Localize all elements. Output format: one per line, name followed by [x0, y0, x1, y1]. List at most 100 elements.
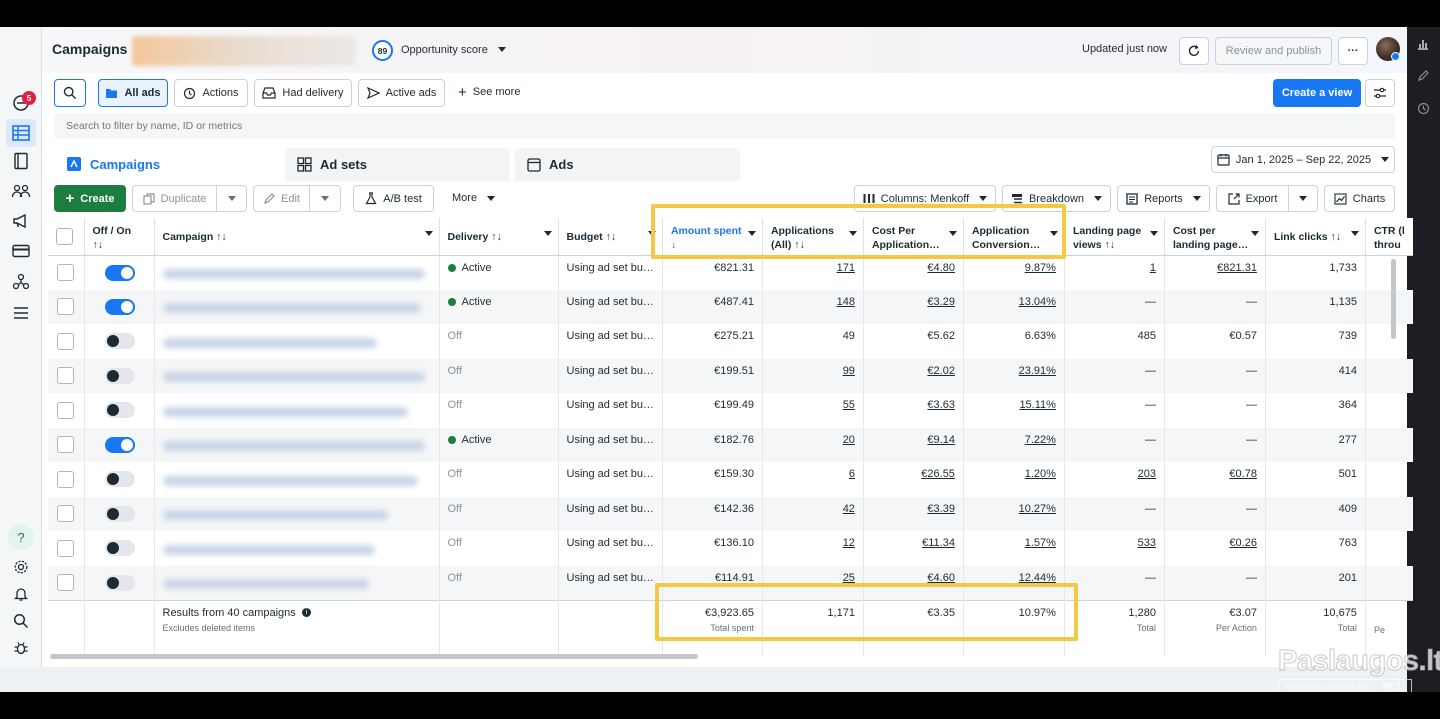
- row-select-cell[interactable]: [48, 289, 85, 324]
- landing-page-views-cell[interactable]: 485: [1064, 324, 1165, 359]
- on-off-cell[interactable]: [84, 358, 155, 393]
- landing-page-views-cell[interactable]: 533: [1064, 531, 1165, 566]
- cost-per-application-cell[interactable]: €4.80: [863, 255, 964, 290]
- campaign-name-blurred[interactable]: [162, 269, 425, 279]
- table-row[interactable]: Active Using ad set bu… €821.31 171 €4.80 9.8…: [48, 255, 1413, 290]
- applications-cell[interactable]: 171: [762, 255, 864, 290]
- horizontal-scrollbar[interactable]: [50, 654, 698, 659]
- campaign-name-cell[interactable]: [154, 358, 440, 393]
- on-off-toggle[interactable]: [104, 298, 135, 315]
- billing-card-icon[interactable]: [11, 241, 31, 261]
- on-off-cell[interactable]: [84, 565, 155, 600]
- landing-page-views-cell[interactable]: 203: [1064, 462, 1165, 497]
- landing-page-views-cell[interactable]: —: [1064, 393, 1165, 428]
- applications-value[interactable]: 49: [843, 330, 855, 342]
- create-button[interactable]: + Create: [54, 185, 126, 212]
- application-conversion-cell[interactable]: 7.22%: [963, 427, 1065, 462]
- bug-report-icon[interactable]: [11, 638, 31, 658]
- row-checkbox[interactable]: [57, 470, 74, 488]
- cost-per-application-value[interactable]: €4.80: [927, 262, 955, 274]
- application-conversion-value[interactable]: 23.91%: [1019, 365, 1056, 377]
- edit-button[interactable]: Edit: [253, 185, 310, 212]
- bar-chart-icon[interactable]: [1417, 37, 1429, 55]
- opportunity-score-label[interactable]: Opportunity score: [401, 44, 488, 56]
- duplicate-dropdown[interactable]: [216, 185, 247, 212]
- applications-value[interactable]: 12: [843, 537, 855, 549]
- application-conversion-value[interactable]: 15.11%: [1019, 399, 1056, 411]
- application-conversion-cell[interactable]: 13.04%: [963, 289, 1065, 324]
- duplicate-button[interactable]: Duplicate: [132, 185, 217, 212]
- applications-cell[interactable]: 20: [762, 427, 864, 462]
- applications-cell[interactable]: 99: [762, 358, 864, 393]
- help-icon[interactable]: ?: [11, 527, 31, 547]
- landing-page-views-value[interactable]: —: [1145, 572, 1156, 584]
- landing-page-views-value[interactable]: —: [1145, 296, 1156, 308]
- campaign-name-cell[interactable]: [154, 255, 440, 290]
- tab-ads[interactable]: Ads: [515, 148, 740, 181]
- campaign-name-blurred[interactable]: [162, 579, 369, 589]
- account-selector[interactable]: [132, 36, 356, 66]
- chevron-down-icon[interactable]: [424, 231, 433, 236]
- row-select-cell[interactable]: [48, 358, 85, 393]
- had-delivery-filter[interactable]: Had delivery: [254, 79, 352, 107]
- applications-value[interactable]: 42: [843, 503, 855, 515]
- chevron-down-icon[interactable]: [1250, 231, 1259, 236]
- gear-icon[interactable]: [11, 557, 31, 577]
- application-conversion-value[interactable]: 10.27%: [1019, 503, 1056, 515]
- date-range-picker[interactable]: Jan 1, 2025 – Sep 22, 2025: [1211, 146, 1395, 173]
- refresh-button[interactable]: [1179, 37, 1209, 65]
- search-icon[interactable]: [11, 611, 31, 631]
- applications-cell[interactable]: 148: [762, 289, 864, 324]
- campaign-name-cell[interactable]: [154, 427, 440, 462]
- col-link-clicks[interactable]: Link clicks ↑↓: [1265, 218, 1366, 256]
- application-conversion-cell[interactable]: 9.87%: [963, 255, 1065, 290]
- edit-dropdown[interactable]: [309, 185, 341, 212]
- on-off-cell[interactable]: [84, 255, 155, 290]
- all-ads-filter[interactable]: All ads: [98, 79, 168, 107]
- campaign-name-cell[interactable]: [154, 531, 440, 566]
- application-conversion-cell[interactable]: 23.91%: [963, 358, 1065, 393]
- applications-value[interactable]: 99: [843, 365, 855, 377]
- row-checkbox[interactable]: [57, 367, 74, 385]
- cost-per-landing-page-value[interactable]: —: [1246, 296, 1257, 308]
- export-button[interactable]: Export: [1216, 185, 1289, 212]
- cost-per-landing-page-cell[interactable]: —: [1164, 393, 1266, 428]
- cost-per-landing-page-cell[interactable]: €821.31: [1164, 255, 1266, 290]
- campaign-name-cell[interactable]: [154, 462, 440, 497]
- landing-page-views-cell[interactable]: —: [1064, 565, 1165, 600]
- campaign-name-cell[interactable]: [154, 393, 440, 428]
- application-conversion-cell[interactable]: 1.20%: [963, 462, 1065, 497]
- row-select-cell[interactable]: [48, 565, 85, 600]
- row-checkbox[interactable]: [57, 332, 74, 350]
- cost-per-application-cell[interactable]: €9.14: [863, 427, 964, 462]
- table-row[interactable]: Off Using ad set bu… €199.49 55 €3.63 15.11% —…: [48, 393, 1413, 428]
- on-off-cell[interactable]: [84, 427, 155, 462]
- cost-per-application-value[interactable]: €26.55: [921, 468, 955, 480]
- chevron-down-icon[interactable]: [1149, 231, 1158, 236]
- row-select-cell[interactable]: [48, 255, 85, 290]
- search-button[interactable]: [54, 79, 86, 107]
- cost-per-application-value[interactable]: €11.34: [922, 537, 955, 549]
- campaign-name-blurred[interactable]: [162, 441, 425, 452]
- table-row[interactable]: Off Using ad set bu… €275.21 49 €5.62 6.63% 48…: [48, 324, 1413, 359]
- row-select-cell[interactable]: [48, 393, 85, 428]
- cost-per-landing-page-cell[interactable]: €0.78: [1164, 462, 1266, 497]
- audience-icon[interactable]: [11, 181, 31, 201]
- tab-campaigns[interactable]: Campaigns: [54, 146, 279, 182]
- applications-cell[interactable]: 6: [762, 462, 864, 497]
- campaign-name-blurred[interactable]: [162, 372, 425, 383]
- campaign-name-blurred[interactable]: [162, 303, 421, 314]
- cost-per-landing-page-cell[interactable]: —: [1164, 565, 1266, 600]
- history-icon[interactable]: [1417, 102, 1430, 120]
- table-row[interactable]: Off Using ad set bu… €136.10 12 €11.34 1.57% 5…: [48, 531, 1413, 566]
- cost-per-application-cell[interactable]: €3.63: [863, 393, 964, 428]
- on-off-toggle[interactable]: [104, 574, 135, 591]
- chevron-down-icon[interactable]: [498, 47, 506, 52]
- export-dropdown[interactable]: [1288, 185, 1318, 212]
- actions-filter[interactable]: Actions: [174, 79, 248, 107]
- on-off-toggle[interactable]: [104, 505, 135, 522]
- campaign-name-cell[interactable]: [154, 324, 440, 359]
- applications-value[interactable]: 148: [837, 296, 855, 308]
- landing-page-views-value[interactable]: 485: [1138, 330, 1156, 342]
- applications-value[interactable]: 6: [849, 468, 855, 480]
